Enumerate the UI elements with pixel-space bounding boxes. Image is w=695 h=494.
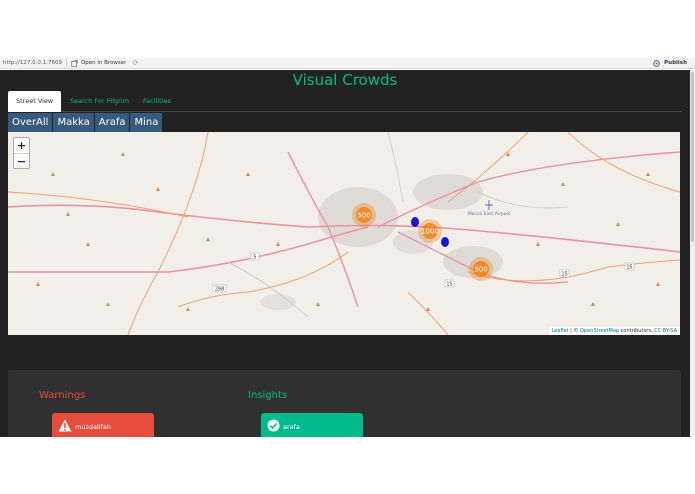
cluster-label: 500 [357, 212, 370, 220]
open-in-browser-button[interactable]: Open in Browser [71, 59, 127, 67]
attribution-separator: | © [568, 328, 580, 334]
attribution-text: contributors, [619, 328, 655, 334]
license-link[interactable]: CC-BY-SA [654, 328, 677, 334]
arafa-button[interactable]: Arafa [94, 113, 130, 132]
zoom-control: + − [13, 137, 30, 169]
refresh-icon[interactable]: ⟳ [132, 59, 138, 67]
cluster-label: 1000 [421, 228, 439, 236]
scrollbar[interactable] [690, 70, 695, 437]
blank-area-bottom [0, 437, 695, 494]
location-marker[interactable] [411, 217, 419, 227]
tab-bar: Street View Search For Pilgrim Facilitie… [8, 91, 682, 112]
insight-card[interactable]: arafa [261, 413, 363, 437]
tab-search-for-pilgrim[interactable]: Search For Pilgrim [62, 91, 137, 112]
publish-button[interactable]: Publish [652, 59, 687, 67]
url-label: http://127.0.0.1:7609 [3, 60, 62, 66]
viewer-toolbar: http://127.0.0.1:7609 Open in Browser ⟳ … [0, 58, 695, 69]
blank-area-top [0, 0, 695, 58]
publish-icon [653, 59, 660, 67]
leaflet-link[interactable]: Leaflet [552, 328, 569, 334]
warning-label: muzdalifah [75, 423, 111, 431]
cluster-marker[interactable]: 500 [469, 257, 493, 281]
location-button-group: OverAll Makka Arafa Mina [8, 113, 163, 132]
zoom-out-button[interactable]: − [14, 153, 29, 168]
map[interactable]: 5 298 15 15 15 Mecca East Airport 500 10… [8, 132, 680, 335]
warning-icon [58, 419, 72, 432]
status-panel: Warnings Insights muzdalifah arafa [8, 370, 681, 437]
cluster-label: 500 [474, 266, 487, 274]
warnings-heading: Warnings [39, 390, 86, 401]
insight-label: arafa [283, 423, 300, 431]
map-attribution: Leaflet | © OpenStreetMap contributors, … [548, 327, 680, 335]
open-in-browser-label: Open in Browser [80, 60, 127, 66]
tab-facilities[interactable]: Facilities [135, 91, 179, 112]
app-container: Visual Crowds Street View Search For Pil… [0, 70, 690, 437]
page-title: Visual Crowds [292, 71, 398, 89]
overall-button[interactable]: OverAll [8, 113, 53, 132]
mina-button[interactable]: Mina [130, 113, 163, 132]
makka-button[interactable]: Makka [53, 113, 94, 132]
warning-card[interactable]: muzdalifah [52, 413, 154, 437]
cluster-marker[interactable]: 500 [352, 203, 376, 227]
tab-street-view[interactable]: Street View [8, 91, 62, 112]
location-marker[interactable] [441, 237, 449, 247]
open-external-icon [71, 59, 78, 67]
check-circle-icon [267, 419, 280, 432]
scrollbar-thumb[interactable] [691, 72, 694, 242]
map-markers: 500 1000 500 [352, 203, 493, 281]
publish-label: Publish [664, 60, 687, 66]
insights-heading: Insights [248, 390, 288, 401]
cluster-marker[interactable]: 1000 [418, 219, 442, 243]
osm-link[interactable]: OpenStreetMap [580, 328, 619, 334]
divider [65, 59, 67, 67]
zoom-in-button[interactable]: + [14, 138, 29, 153]
